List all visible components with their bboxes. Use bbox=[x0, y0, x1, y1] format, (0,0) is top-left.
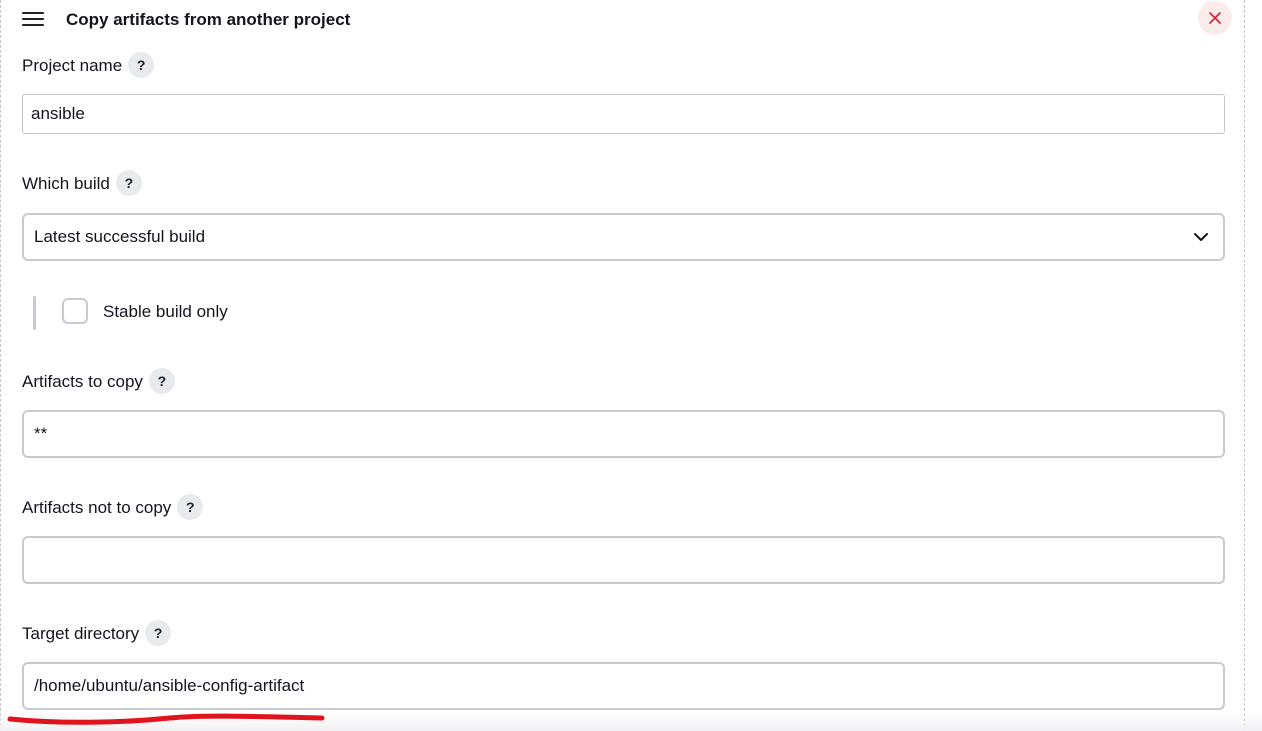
artifacts-not-to-copy-input[interactable] bbox=[22, 536, 1225, 584]
help-icon[interactable]: ? bbox=[177, 494, 204, 521]
artifacts-to-copy-label: Artifacts to copy? bbox=[22, 368, 175, 395]
artifacts-not-to-copy-label: Artifacts not to copy? bbox=[22, 494, 204, 521]
artifacts-not-to-copy-label-text: Artifacts not to copy bbox=[22, 498, 172, 517]
hamburger-icon[interactable] bbox=[22, 12, 44, 26]
target-directory-label: Target directory? bbox=[22, 620, 172, 647]
panel-right-border bbox=[1244, 0, 1245, 731]
help-icon[interactable]: ? bbox=[128, 52, 155, 79]
close-button[interactable] bbox=[1198, 1, 1232, 35]
help-icon[interactable]: ? bbox=[148, 368, 175, 395]
project-name-label-text: Project name bbox=[22, 56, 123, 75]
copy-artifacts-panel: Copy artifacts from another project Proj… bbox=[0, 0, 1262, 731]
close-icon bbox=[1209, 12, 1221, 24]
which-build-label: Which build? bbox=[22, 170, 142, 197]
stable-build-only-label[interactable]: Stable build only bbox=[103, 300, 228, 324]
target-directory-label-text: Target directory bbox=[22, 624, 140, 643]
which-build-selected-value: Latest successful build bbox=[34, 227, 206, 246]
which-build-label-text: Which build bbox=[22, 174, 110, 193]
which-build-select[interactable]: Latest successful build bbox=[22, 213, 1225, 261]
help-icon[interactable]: ? bbox=[115, 170, 142, 197]
nested-option-indicator bbox=[33, 296, 36, 330]
panel-left-border bbox=[0, 0, 1, 731]
stable-build-only-checkbox[interactable] bbox=[62, 298, 88, 324]
project-name-label: Project name? bbox=[22, 52, 155, 79]
chevron-down-icon bbox=[1194, 233, 1208, 241]
red-underline-annotation bbox=[7, 713, 325, 725]
project-name-input[interactable]: ansible bbox=[22, 94, 1225, 134]
artifacts-to-copy-input[interactable]: ** bbox=[22, 410, 1225, 458]
help-icon[interactable]: ? bbox=[145, 620, 172, 647]
target-directory-input[interactable]: /home/ubuntu/ansible-config-artifact bbox=[22, 662, 1225, 710]
artifacts-to-copy-label-text: Artifacts to copy bbox=[22, 372, 143, 391]
section-title: Copy artifacts from another project bbox=[66, 10, 351, 29]
